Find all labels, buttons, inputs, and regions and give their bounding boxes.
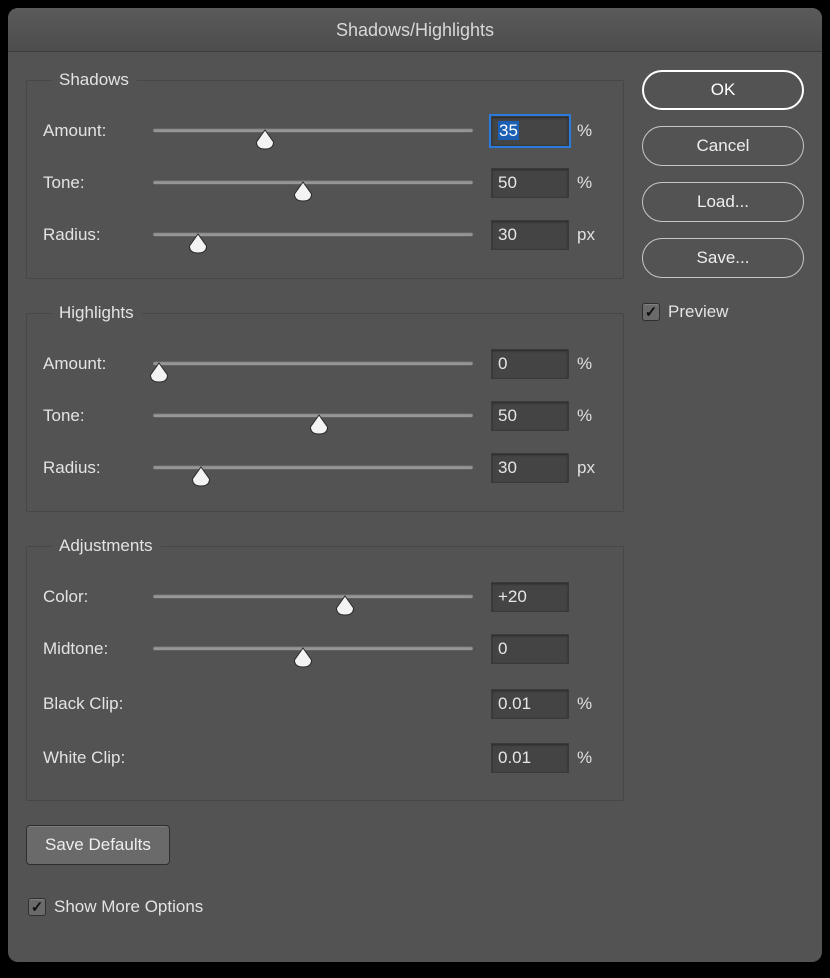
black-clip-unit: % <box>577 694 607 714</box>
black-clip-row: Black Clip: 0.01 % <box>43 684 607 724</box>
highlights-amount-unit: % <box>577 354 607 374</box>
shadows-amount-row: Amount: 35 % <box>43 110 607 152</box>
shadows-legend: Shadows <box>51 70 137 90</box>
highlights-group: Highlights Amount: 0 % Tone: <box>26 303 624 512</box>
adjust-midtone-input[interactable]: 0 <box>491 634 569 664</box>
shadows-radius-slider[interactable] <box>153 230 473 256</box>
adjust-color-input[interactable]: +20 <box>491 582 569 612</box>
shadows-radius-input[interactable]: 30 <box>491 220 569 250</box>
right-column: OK Cancel Load... Save... Preview <box>624 70 804 950</box>
adjustments-group: Adjustments Color: +20 Midtone: <box>26 536 624 801</box>
shadows-radius-unit: px <box>577 225 607 245</box>
slider-thumb-icon <box>191 466 212 487</box>
adjust-color-row: Color: +20 <box>43 576 607 618</box>
slider-thumb-icon <box>187 233 208 254</box>
highlights-amount-slider[interactable] <box>153 359 473 385</box>
show-more-label: Show More Options <box>54 897 203 917</box>
save-defaults-button[interactable]: Save Defaults <box>26 825 170 865</box>
slider-track <box>153 465 473 469</box>
highlights-tone-input[interactable]: 50 <box>491 401 569 431</box>
shadows-radius-label: Radius: <box>43 225 145 245</box>
slider-track <box>153 594 473 598</box>
cancel-button[interactable]: Cancel <box>642 126 804 166</box>
highlights-amount-input[interactable]: 0 <box>491 349 569 379</box>
adjustments-legend: Adjustments <box>51 536 161 556</box>
adjust-midtone-row: Midtone: 0 <box>43 628 607 670</box>
shadows-amount-unit: % <box>577 121 607 141</box>
highlights-tone-slider[interactable] <box>153 411 473 437</box>
slider-thumb-icon <box>255 129 276 150</box>
highlights-radius-label: Radius: <box>43 458 145 478</box>
slider-track <box>153 413 473 417</box>
adjust-midtone-slider[interactable] <box>153 644 473 670</box>
slider-thumb-icon <box>335 595 356 616</box>
slider-track <box>153 232 473 236</box>
highlights-radius-slider[interactable] <box>153 463 473 489</box>
preview-checkbox[interactable] <box>642 303 660 321</box>
show-more-checkbox[interactable] <box>28 898 46 916</box>
highlights-amount-row: Amount: 0 % <box>43 343 607 385</box>
highlights-radius-row: Radius: 30 px <box>43 447 607 489</box>
slider-track <box>153 361 473 365</box>
white-clip-row: White Clip: 0.01 % <box>43 738 607 778</box>
load-button[interactable]: Load... <box>642 182 804 222</box>
shadows-group: Shadows Amount: 35 % Tone: <box>26 70 624 279</box>
adjust-midtone-label: Midtone: <box>43 639 145 659</box>
shadows-tone-input[interactable]: 50 <box>491 168 569 198</box>
slider-track <box>153 128 473 132</box>
black-clip-label: Black Clip: <box>43 694 223 714</box>
preview-label: Preview <box>668 302 728 322</box>
white-clip-input[interactable]: 0.01 <box>491 743 569 773</box>
shadows-highlights-dialog: Shadows/Highlights Shadows Amount: 35 % <box>8 8 822 962</box>
adjust-color-slider[interactable] <box>153 592 473 618</box>
shadows-radius-row: Radius: 30 px <box>43 214 607 256</box>
shadows-amount-input[interactable]: 35 <box>491 116 569 146</box>
highlights-amount-label: Amount: <box>43 354 145 374</box>
ok-button[interactable]: OK <box>642 70 804 110</box>
slider-thumb-icon <box>149 362 170 383</box>
shadows-tone-unit: % <box>577 173 607 193</box>
show-more-options-row[interactable]: Show More Options <box>26 897 624 921</box>
slider-thumb-icon <box>309 414 330 435</box>
dialog-title: Shadows/Highlights <box>8 8 822 52</box>
left-column: Shadows Amount: 35 % Tone: <box>26 70 624 950</box>
highlights-radius-unit: px <box>577 458 607 478</box>
save-button[interactable]: Save... <box>642 238 804 278</box>
shadows-tone-row: Tone: 50 % <box>43 162 607 204</box>
white-clip-unit: % <box>577 748 607 768</box>
slider-thumb-icon <box>293 647 314 668</box>
highlights-radius-input[interactable]: 30 <box>491 453 569 483</box>
preview-row[interactable]: Preview <box>642 302 804 322</box>
highlights-tone-label: Tone: <box>43 406 145 426</box>
dialog-content: Shadows Amount: 35 % Tone: <box>8 52 822 962</box>
shadows-amount-slider[interactable] <box>153 126 473 152</box>
slider-track <box>153 180 473 184</box>
shadows-tone-label: Tone: <box>43 173 145 193</box>
slider-thumb-icon <box>293 181 314 202</box>
black-clip-input[interactable]: 0.01 <box>491 689 569 719</box>
adjust-color-label: Color: <box>43 587 145 607</box>
slider-track <box>153 646 473 650</box>
highlights-tone-unit: % <box>577 406 607 426</box>
highlights-legend: Highlights <box>51 303 142 323</box>
highlights-tone-row: Tone: 50 % <box>43 395 607 437</box>
white-clip-label: White Clip: <box>43 748 223 768</box>
shadows-amount-label: Amount: <box>43 121 145 141</box>
shadows-tone-slider[interactable] <box>153 178 473 204</box>
